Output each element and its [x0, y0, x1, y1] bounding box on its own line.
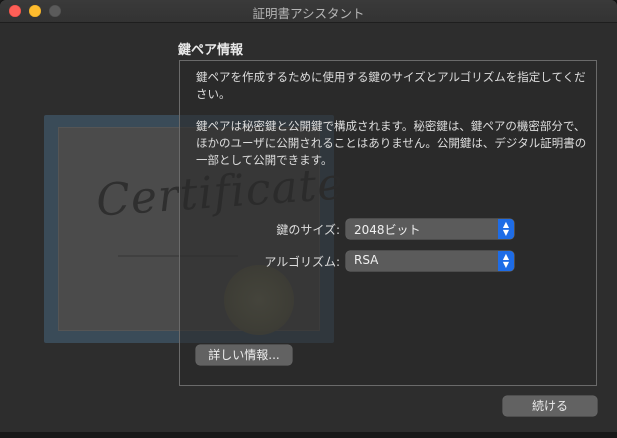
key-size-label: 鍵のサイズ: [276, 223, 340, 237]
key-size-select[interactable]: 2048ビット ▲ ▼ [346, 219, 514, 239]
algorithm-value: RSA [354, 253, 379, 267]
instruction-text: 鍵ペアを作成するために使用する鍵のサイズとアルゴリズムを指定してください。 [196, 70, 586, 101]
window-title: 証明書アシスタント [252, 6, 365, 21]
more-info-button[interactable]: 詳しい情報... [196, 345, 292, 365]
page-title: 鍵ペア情報 [178, 43, 244, 58]
window-content: Certificate 鍵ペア情報 鍵ペアを作成するために使用する鍵のサイズとア… [0, 23, 617, 432]
continue-button[interactable]: 続ける [503, 396, 597, 416]
algorithm-select[interactable]: RSA ▲ ▼ [346, 251, 514, 271]
title-bar: 証明書アシスタント [0, 0, 617, 23]
algorithm-label: アルゴリズム: [264, 255, 340, 269]
certificate-assistant-window: 証明書アシスタント Certificate 鍵ペア情報 鍵ペアを作成するために使… [0, 0, 617, 432]
algorithm-chevron-icon: ▲ ▼ [498, 251, 514, 271]
description-text: 鍵ペアは秘密鍵と公開鍵で構成されます。秘密鍵は、鍵ペアの機密部分で、ほかのユーザ… [196, 119, 587, 167]
key-pair-panel: 鍵ペアを作成するために使用する鍵のサイズとアルゴリズムを指定してください。 鍵ペ… [179, 60, 597, 386]
key-size-value: 2048ビット [354, 223, 421, 237]
background-desktop-strip [0, 432, 617, 438]
key-size-chevron-icon: ▲ ▼ [498, 219, 514, 239]
